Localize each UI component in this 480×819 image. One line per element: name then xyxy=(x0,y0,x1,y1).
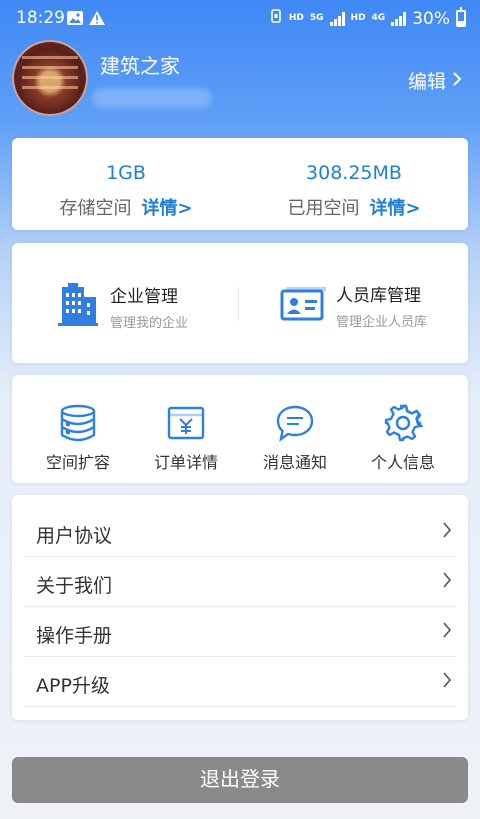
gear-icon xyxy=(348,403,458,443)
storage-used-value: 308.25MB xyxy=(306,162,402,184)
id-card-icon xyxy=(280,285,326,327)
edit-profile-button[interactable]: 编辑 xyxy=(408,67,462,94)
quick-action-order-details[interactable]: 订单详情 xyxy=(131,403,241,473)
storage-total-label: 存储空间 xyxy=(59,198,132,219)
quick-action-messages[interactable]: 消息通知 xyxy=(240,403,350,473)
signal-icon-2 xyxy=(391,11,407,26)
storage-card: 1GB 存储空间 详情> 308.25MB 已用空间 详情> xyxy=(12,138,468,230)
message-bubble-icon xyxy=(240,403,350,443)
menu-item-label: 用户协议 xyxy=(36,525,113,547)
quick-action-label: 个人信息 xyxy=(370,453,435,472)
storage-total-value: 1GB xyxy=(106,162,146,184)
status-time: 18:29 xyxy=(16,8,65,28)
chevron-right-icon xyxy=(442,621,452,643)
network-label-4g: 4G xyxy=(371,13,386,23)
battery-percent: 30% xyxy=(412,8,450,29)
chevron-right-icon xyxy=(442,571,452,593)
personnel-management-button[interactable]: 人员库管理 管理企业人员库 xyxy=(280,281,427,330)
chevron-right-icon xyxy=(442,521,452,543)
management-card: 企业管理 管理我的企业 人员库管理 管理企业人员库 xyxy=(12,243,468,363)
menu-item-label: APP升级 xyxy=(36,675,110,697)
building-icon xyxy=(56,281,100,331)
personnel-title: 人员库管理 xyxy=(336,286,421,306)
storage-used-label: 已用空间 xyxy=(287,198,360,219)
enterprise-title: 企业管理 xyxy=(110,286,178,307)
network-label-5g: 5G xyxy=(309,13,324,23)
edit-label: 编辑 xyxy=(407,71,446,93)
blurred-account-info xyxy=(92,88,212,108)
menu-list-card: 用户协议 关于我们 操作手册 APP升级 xyxy=(12,495,468,720)
chevron-right-icon xyxy=(442,671,452,693)
storage-used: 308.25MB 已用空间 详情> xyxy=(240,138,468,230)
network-label-hd1: HD xyxy=(288,13,304,23)
storage-details-link[interactable]: 详情> xyxy=(141,198,192,219)
enterprise-subtitle: 管理我的企业 xyxy=(110,315,189,331)
vibrate-icon xyxy=(269,8,283,29)
management-divider xyxy=(238,287,239,321)
avatar[interactable] xyxy=(12,40,88,116)
warning-icon xyxy=(88,10,106,31)
quick-action-personal-info[interactable]: 个人信息 xyxy=(348,403,458,473)
status-bar: 18:29 HD 5G HD 4G 30% xyxy=(0,0,480,36)
menu-item-label: 关于我们 xyxy=(36,575,113,597)
network-label-hd2: HD xyxy=(350,13,366,23)
quick-action-label: 消息通知 xyxy=(262,453,327,472)
chevron-right-icon xyxy=(452,70,462,92)
database-icon xyxy=(23,403,133,443)
enterprise-management-button[interactable]: 企业管理 管理我的企业 xyxy=(56,281,188,331)
menu-item-user-agreement[interactable]: 用户协议 xyxy=(24,507,456,557)
menu-item-app-upgrade[interactable]: APP升级 xyxy=(24,657,456,707)
signal-icon xyxy=(329,11,345,26)
quick-actions-card: 空间扩容 订单详情 消息通知 个人信息 xyxy=(12,375,468,483)
menu-item-label: 操作手册 xyxy=(36,625,113,647)
menu-item-about-us[interactable]: 关于我们 xyxy=(24,557,456,607)
quick-action-expand-space[interactable]: 空间扩容 xyxy=(23,403,133,473)
quick-action-label: 空间扩容 xyxy=(45,453,110,472)
menu-item-manual[interactable]: 操作手册 xyxy=(24,607,456,657)
username: 建筑之家 xyxy=(100,54,180,78)
quick-action-label: 订单详情 xyxy=(153,453,218,472)
personnel-subtitle: 管理企业人员库 xyxy=(336,315,428,330)
order-yen-icon xyxy=(131,403,241,443)
battery-icon xyxy=(456,7,466,27)
logout-button[interactable]: 退出登录 xyxy=(12,757,468,803)
status-right: HD 5G HD 4G 30% xyxy=(269,7,466,29)
image-icon xyxy=(66,10,84,31)
storage-total: 1GB 存储空间 详情> xyxy=(12,138,240,230)
used-details-link[interactable]: 详情> xyxy=(369,198,420,219)
